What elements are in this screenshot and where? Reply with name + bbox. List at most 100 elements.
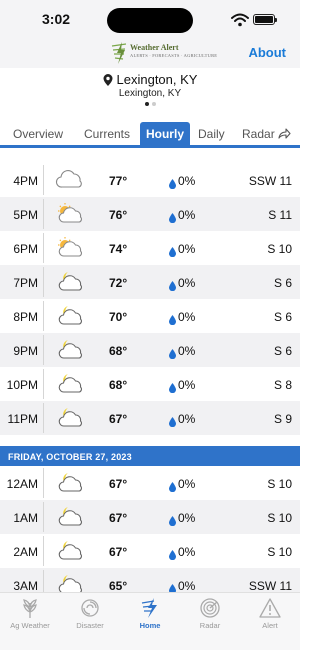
tab-overview[interactable]: Overview (13, 127, 63, 141)
hourly-row[interactable]: 10PM 68° 0% S 8 (0, 367, 300, 401)
partly-cloudy-night-icon (55, 338, 85, 360)
precip-drop-icon (169, 380, 176, 394)
hourly-row[interactable]: 1AM 67° 0% S 10 (0, 500, 300, 534)
hour-time: 1AM (13, 511, 38, 525)
hourly-row[interactable]: 7PM 72° 0% S 6 (0, 265, 300, 299)
hourly-row[interactable]: 5PM 76° 0% S 11 (0, 197, 300, 231)
hour-time: 9PM (13, 344, 38, 358)
about-button[interactable]: About (248, 45, 286, 60)
hour-time: 11PM (7, 412, 38, 426)
row-divider (43, 301, 44, 331)
status-bar: 3:02 (0, 0, 300, 40)
logo-title: Weather Alert (130, 43, 179, 52)
nav-label: Radar (199, 621, 221, 630)
precip-drop-icon (169, 547, 176, 561)
hour-time: 6PM (13, 242, 38, 256)
nav-home[interactable]: Home (120, 597, 180, 630)
row-divider (43, 199, 44, 229)
hour-precip: 0% (178, 545, 196, 559)
partly-cloudy-night-icon (55, 471, 85, 493)
partly-cloudy-night-icon (55, 304, 85, 326)
hour-temp: 67° (109, 545, 128, 559)
logo-subtitle: ALERTS · FORECASTS · AGRICULTURE (130, 53, 218, 58)
dynamic-island (107, 8, 193, 33)
row-divider (43, 403, 44, 433)
precip-drop-icon (169, 346, 176, 360)
hour-precip: 0% (178, 344, 196, 358)
hour-wind: S 8 (273, 378, 292, 392)
hour-temp: 67° (109, 477, 128, 491)
hour-precip: 0% (178, 412, 196, 426)
row-divider (43, 335, 44, 365)
precip-drop-icon (169, 479, 176, 493)
precip-drop-icon (169, 210, 176, 224)
row-divider (43, 536, 44, 566)
hourly-row[interactable]: 9PM 68° 0% S 6 (0, 333, 300, 367)
hour-temp: 68° (109, 344, 128, 358)
hour-precip: 0% (178, 477, 196, 491)
precip-drop-icon (169, 176, 176, 190)
tab-radar[interactable]: Radar (242, 127, 291, 141)
location-panel[interactable]: Lexington, KY Lexington, KY (0, 68, 300, 114)
nav-disaster[interactable]: Disaster (60, 597, 120, 630)
nav-alert[interactable]: Alert (240, 597, 300, 630)
location-name: Lexington, KY (116, 72, 198, 87)
hourly-row[interactable]: 8PM 70° 0% S 6 (0, 299, 300, 333)
hour-precip: 0% (178, 242, 196, 256)
hour-wind: S 6 (273, 344, 292, 358)
tab-bar: Overview Currents Hourly Daily Radar (0, 122, 300, 148)
precip-drop-icon (169, 414, 176, 428)
row-divider (43, 369, 44, 399)
nav-label: Alert (262, 621, 278, 630)
hourly-row[interactable]: 4PM 77° 0% SSW 11 (0, 163, 300, 197)
hour-time: 7PM (13, 276, 38, 290)
location-pin-icon (103, 73, 113, 86)
hour-time: 12AM (6, 477, 38, 491)
hour-time: 5PM (13, 208, 38, 222)
hour-precip: 0% (178, 310, 196, 324)
nav-label: Disaster (76, 621, 104, 630)
hour-precip: 0% (178, 579, 196, 593)
wifi-icon (231, 13, 249, 27)
hourly-row[interactable]: 6PM 74° 0% S 10 (0, 231, 300, 265)
tab-hourly[interactable]: Hourly (140, 122, 190, 145)
status-time: 3:02 (42, 11, 71, 27)
cloudy-icon (55, 168, 85, 190)
partly-cloudy-night-icon (55, 539, 85, 561)
precip-drop-icon (169, 244, 176, 258)
precip-drop-icon (169, 312, 176, 326)
tab-currents[interactable]: Currents (84, 127, 130, 141)
hour-temp: 74° (109, 242, 128, 256)
hourly-row[interactable]: 11PM 67° 0% S 9 (0, 401, 300, 435)
hour-time: 3AM (13, 579, 38, 593)
partly-sunny-icon (55, 236, 85, 258)
wheat-icon (23, 599, 37, 618)
hour-time: 4PM (13, 174, 38, 188)
hourly-row[interactable]: 2AM 67° 0% S 10 (0, 534, 300, 568)
hour-wind: S 10 (267, 242, 292, 256)
nav-radar[interactable]: Radar (180, 597, 240, 630)
app-header: Weather Alert ALERTS · FORECASTS · AGRIC… (0, 40, 300, 68)
hour-wind: S 6 (273, 276, 292, 290)
date-header: FRIDAY, OCTOBER 27, 2023 (0, 446, 300, 466)
hour-temp: 65° (109, 579, 128, 593)
hour-wind: S 10 (267, 545, 292, 559)
hour-wind: SSW 11 (248, 579, 292, 593)
precip-drop-icon (169, 581, 176, 595)
partly-cloudy-night-icon (55, 406, 85, 428)
hour-wind: S 10 (267, 477, 292, 491)
location-subtitle: Lexington, KY (118, 88, 182, 99)
page-indicator[interactable] (145, 102, 156, 106)
hour-wind: S 9 (273, 412, 292, 426)
hour-precip: 0% (178, 511, 196, 525)
tab-daily[interactable]: Daily (198, 127, 225, 141)
row-divider (43, 165, 44, 195)
nav-ag-weather[interactable]: Ag Weather (0, 597, 60, 630)
partly-cloudy-night-icon (55, 372, 85, 394)
nav-label: Home (139, 621, 161, 630)
logo-bolt-icon (111, 42, 127, 64)
hourly-row[interactable]: 12AM 67° 0% S 10 (0, 466, 300, 500)
nav-label: Ag Weather (10, 621, 50, 630)
battery-icon (253, 14, 277, 25)
tab-radar-label: Radar (242, 127, 275, 141)
